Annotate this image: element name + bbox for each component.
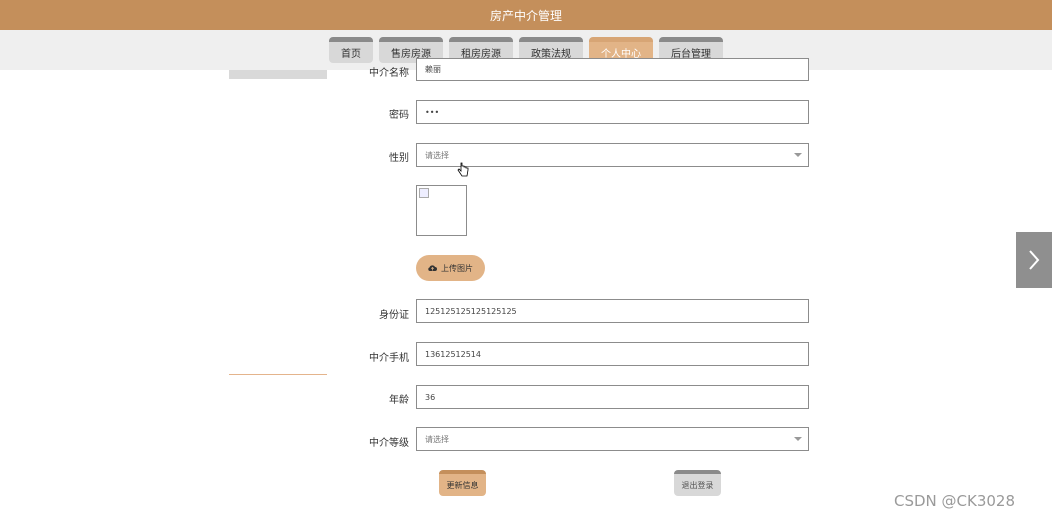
upload-image-label: 上传图片 [441, 263, 473, 273]
id-card-label: 身份证 [379, 310, 409, 321]
id-card-input[interactable]: 125125125125125125 [416, 299, 809, 323]
gender-select-placeholder: 请选择 [425, 150, 449, 160]
level-select-placeholder: 请选择 [425, 434, 449, 444]
hand-cursor-icon [457, 162, 469, 177]
next-page-button[interactable] [1016, 232, 1052, 288]
chevron-down-icon [794, 153, 802, 157]
broken-image-icon [419, 188, 429, 198]
watermark-text: CSDN @CK3028 [894, 492, 1016, 510]
password-label: 密码 [389, 110, 409, 121]
agent-name-input[interactable]: 赖丽 [416, 58, 809, 81]
cloud-upload-icon [428, 264, 437, 271]
level-select[interactable]: 请选择 [416, 427, 809, 451]
level-label: 中介等级 [369, 438, 409, 449]
sidebar-divider [229, 374, 327, 375]
logout-button[interactable]: 退出登录 [674, 470, 721, 496]
phone-input[interactable]: 13612512514 [416, 342, 809, 366]
gender-label: 性别 [389, 153, 409, 164]
chevron-down-icon [794, 437, 802, 441]
chevron-right-icon [1029, 250, 1040, 270]
avatar-preview [416, 185, 467, 236]
upload-image-button[interactable]: 上传图片 [416, 255, 485, 281]
password-input[interactable]: ••• [416, 100, 809, 124]
age-label: 年龄 [389, 395, 409, 406]
nav-tab-home[interactable]: 首页 [329, 37, 373, 63]
update-info-button[interactable]: 更新信息 [439, 470, 486, 496]
agent-name-label: 中介名称 [369, 68, 409, 79]
phone-label: 中介手机 [369, 353, 409, 364]
app-title-bar: 房产中介管理 [0, 0, 1052, 30]
app-title: 房产中介管理 [489, 8, 562, 23]
sidebar-menu-item[interactable] [229, 70, 327, 79]
age-input[interactable]: 36 [416, 385, 809, 409]
gender-select[interactable]: 请选择 [416, 143, 809, 167]
